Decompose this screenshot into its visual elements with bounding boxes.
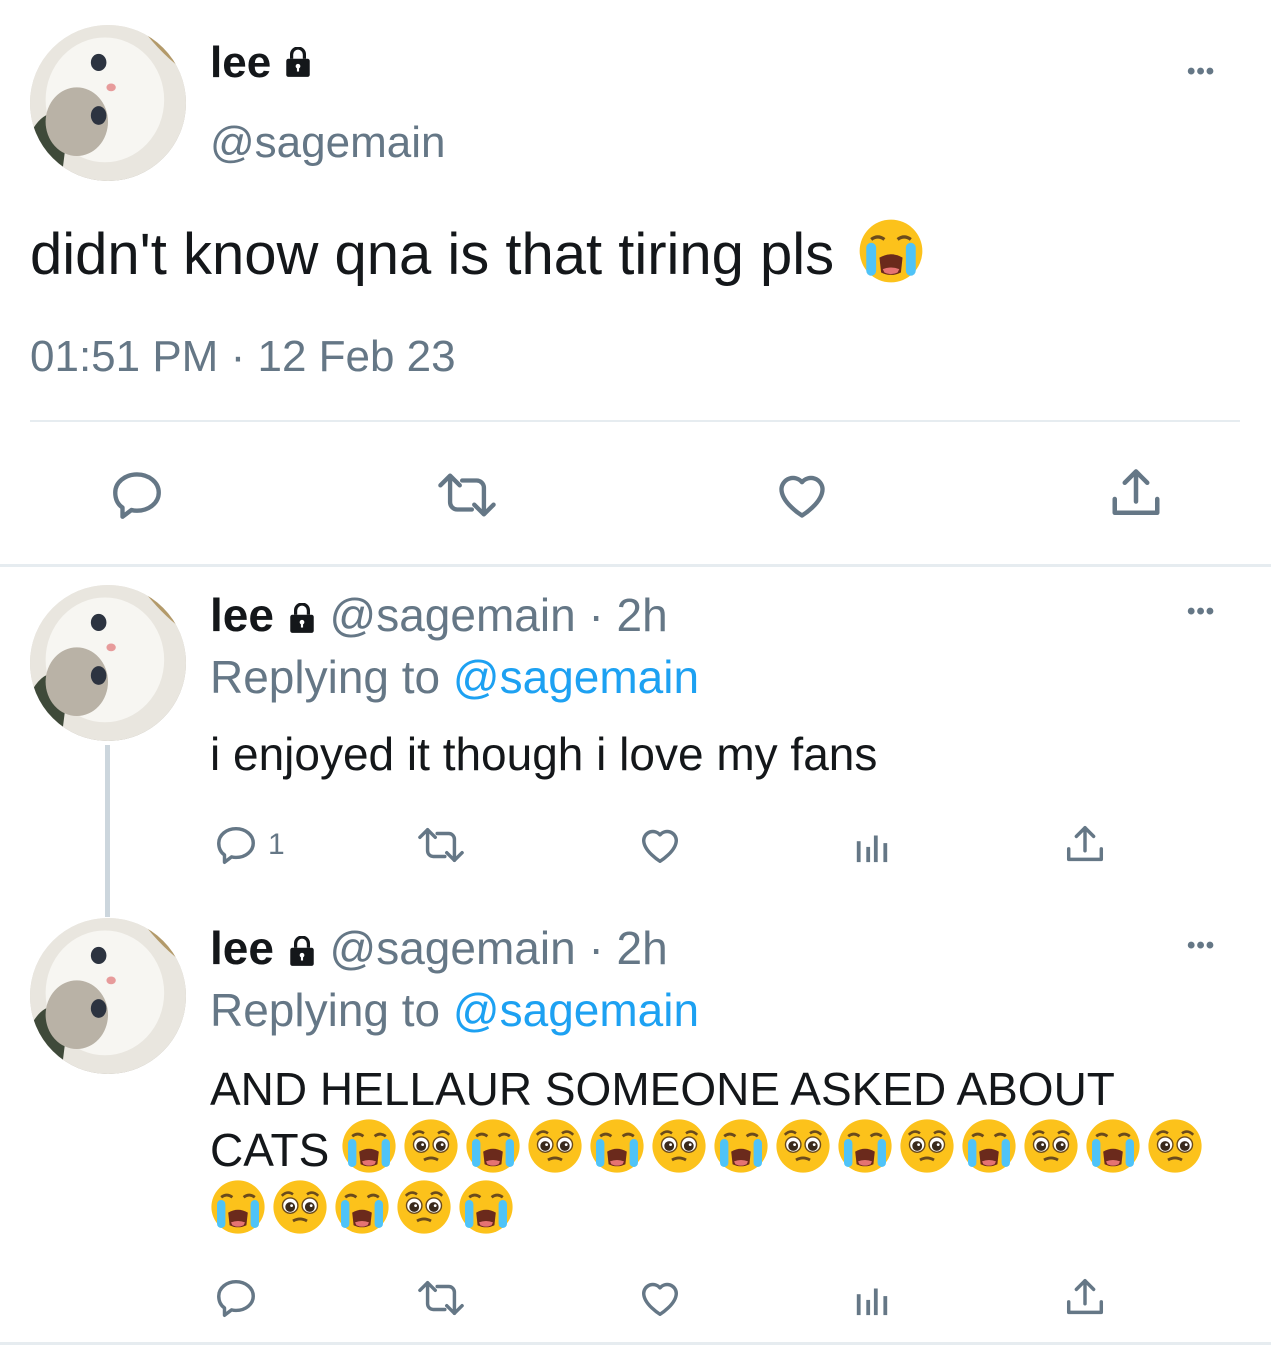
like-icon[interactable] — [636, 822, 684, 868]
replying-to-label: Replying to — [210, 651, 441, 703]
reply-text-line: AND HELLAUR SOMEONE ASKED ABOUT — [210, 1063, 1115, 1115]
share-icon[interactable] — [1062, 1275, 1108, 1321]
reply-header: lee @sagemain · 2h — [210, 588, 668, 646]
like-icon[interactable] — [772, 466, 832, 524]
loudly-crying-face-icon — [589, 1118, 646, 1174]
reply-icon[interactable] — [108, 466, 166, 524]
share-icon[interactable] — [1062, 822, 1108, 868]
more-options-icon[interactable]: ••• — [1187, 60, 1215, 84]
more-options-icon[interactable]: ••• — [1187, 934, 1215, 958]
loudly-crying-face-icon — [1085, 1118, 1142, 1174]
more-options-icon[interactable]: ••• — [1187, 600, 1215, 624]
replying-to-label: Replying to — [210, 984, 441, 1036]
reply-text: i enjoyed it though i love my fans — [210, 728, 878, 780]
reply-count: 1 — [268, 828, 285, 861]
reply-text-line: CATS — [210, 1124, 330, 1176]
avatar[interactable] — [30, 25, 186, 181]
bottom-divider — [0, 1342, 1271, 1345]
divider — [30, 420, 1240, 422]
loudly-crying-face-icon — [858, 218, 925, 284]
thread-connector-line — [105, 745, 110, 917]
author-handle[interactable]: @sagemain — [330, 589, 576, 641]
analytics-icon[interactable] — [852, 826, 892, 864]
lock-icon — [287, 925, 317, 979]
replying-to-handle[interactable]: @sagemain — [453, 984, 699, 1036]
pleading-face-icon — [899, 1118, 956, 1174]
reply-icon[interactable] — [212, 1275, 260, 1321]
tweet-timestamp[interactable]: 01:51 PM · 12 Feb 23 — [30, 332, 456, 382]
author-handle[interactable]: @sagemain — [330, 922, 576, 974]
reply-text-emoji-lines: CATS — [210, 1118, 1250, 1240]
pleading-face-icon — [527, 1118, 584, 1174]
tweet-time: 01:51 PM — [30, 332, 219, 381]
loudly-crying-face-icon — [961, 1118, 1018, 1174]
pleading-face-icon — [651, 1118, 708, 1174]
timestamp-separator: · — [230, 332, 246, 381]
tweet-text: didn't know qna is that tiring pls — [30, 218, 930, 288]
pleading-face-icon — [396, 1179, 452, 1235]
loudly-crying-face-icon — [458, 1179, 514, 1235]
avatar[interactable] — [30, 585, 186, 741]
pleading-face-icon — [403, 1118, 460, 1174]
tweet-body: didn't know qna is that tiring pls — [30, 222, 835, 287]
retweet-icon[interactable] — [412, 1275, 470, 1321]
retweet-icon[interactable] — [412, 822, 470, 868]
loudly-crying-face-icon — [465, 1118, 522, 1174]
like-icon[interactable] — [636, 1275, 684, 1321]
lock-icon — [287, 592, 317, 646]
display-name: lee — [210, 38, 272, 87]
tweet-date: 12 Feb 23 — [257, 332, 456, 381]
retweet-icon[interactable] — [432, 466, 502, 524]
pleading-face-icon — [775, 1118, 832, 1174]
loudly-crying-face-icon — [210, 1179, 266, 1235]
emoji-sequence — [210, 1118, 1209, 1237]
avatar[interactable] — [30, 918, 186, 1074]
reply-time: · 2h — [588, 589, 668, 641]
reply-header: lee @sagemain · 2h — [210, 921, 668, 979]
share-icon[interactable] — [1106, 464, 1166, 524]
reply-icon[interactable] — [212, 822, 260, 868]
replying-to: Replying to @sagemain — [210, 983, 699, 1037]
loudly-crying-face-icon — [713, 1118, 770, 1174]
analytics-icon[interactable] — [852, 1279, 892, 1317]
pleading-face-icon — [1147, 1118, 1204, 1174]
reply-text: AND HELLAUR SOMEONE ASKED ABOUT CATS — [210, 1060, 1250, 1240]
section-divider — [0, 564, 1271, 567]
reply-time: · 2h — [588, 922, 668, 974]
loudly-crying-face-icon — [334, 1179, 390, 1235]
pleading-face-icon — [272, 1179, 328, 1235]
author-handle[interactable]: @sagemain — [210, 118, 445, 168]
lock-icon — [283, 40, 313, 90]
loudly-crying-face-icon — [341, 1118, 398, 1174]
pleading-face-icon — [1023, 1118, 1080, 1174]
loudly-crying-face-icon — [837, 1118, 894, 1174]
replying-to: Replying to @sagemain — [210, 650, 699, 704]
author-name[interactable]: lee — [210, 38, 313, 90]
display-name[interactable]: lee — [210, 589, 274, 641]
replying-to-handle[interactable]: @sagemain — [453, 651, 699, 703]
display-name[interactable]: lee — [210, 922, 274, 974]
